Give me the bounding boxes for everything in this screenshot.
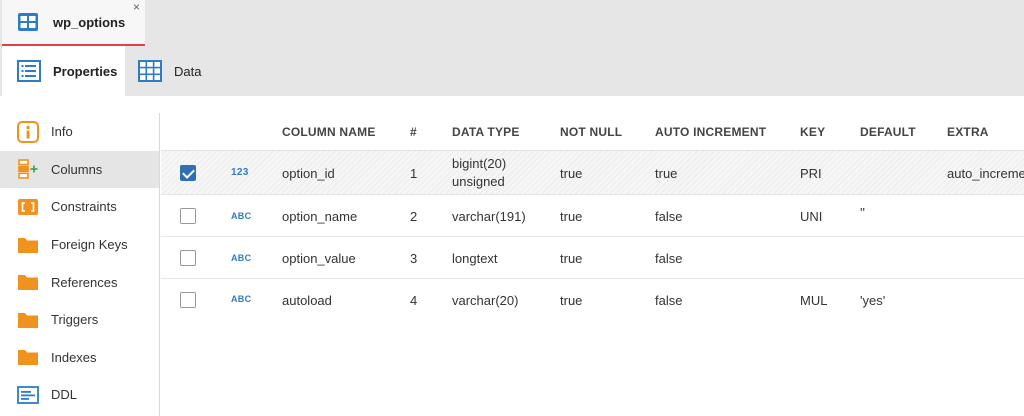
cell-data-type: varchar(20) — [452, 293, 519, 308]
text-type-icon: ABC — [231, 211, 252, 221]
row-checkbox[interactable] — [180, 208, 196, 224]
cell-not-null: true — [560, 166, 583, 181]
nav-item-columns[interactable]: Columns — [0, 150, 159, 189]
tab-properties-label: Properties — [53, 63, 118, 79]
columns-table: COLUMN NAME # DATA TYPE NOT NULL AUTO IN… — [161, 113, 1024, 416]
table-header: COLUMN NAME # DATA TYPE NOT NULL AUTO IN… — [161, 113, 1024, 151]
folder-icon — [18, 350, 38, 366]
info-icon — [17, 120, 39, 143]
tab-data-label: Data — [174, 63, 202, 79]
nav-item-constraints[interactable]: Constraints — [0, 188, 159, 226]
folder-icon — [18, 237, 38, 253]
text-type-icon: ABC — [231, 294, 252, 304]
cell-data-type: varchar(191) — [452, 209, 526, 224]
header-ordinal[interactable]: # — [410, 125, 417, 139]
table-icon — [18, 13, 38, 31]
nav-item-triggers[interactable]: Triggers — [0, 301, 159, 339]
nav-item-foreign-keys[interactable]: Foreign Keys — [0, 226, 159, 264]
cell-auto-increment: false — [655, 251, 683, 266]
header-column-name[interactable]: COLUMN NAME — [282, 125, 376, 139]
cell-key: MUL — [800, 293, 828, 308]
close-icon[interactable]: × — [133, 0, 140, 14]
header-default[interactable]: DEFAULT — [860, 125, 916, 139]
header-data-type[interactable]: DATA TYPE — [452, 125, 520, 139]
nav-item-ddl[interactable]: DDL — [0, 376, 159, 414]
cell-ordinal: 4 — [410, 293, 418, 308]
nav-label: Foreign Keys — [51, 237, 128, 253]
properties-nav: Info Columns Constraints Foreign Keys Re… — [0, 113, 160, 416]
nav-label: Columns — [51, 161, 103, 177]
nav-label: Triggers — [51, 312, 99, 328]
nav-label: DDL — [51, 387, 78, 403]
cell-not-null: true — [560, 293, 583, 308]
properties-icon — [17, 60, 41, 82]
folder-icon — [18, 312, 38, 328]
tab-wp-options[interactable]: wp_options × — [2, 0, 145, 46]
nav-item-references[interactable]: References — [0, 263, 159, 301]
tab-properties[interactable]: Properties — [2, 46, 125, 96]
editor-tab-strip: wp_options × — [0, 0, 1024, 46]
nav-item-indexes[interactable]: Indexes — [0, 339, 159, 377]
cell-default: 'yes' — [860, 293, 886, 308]
cell-auto-increment: false — [655, 293, 683, 308]
header-not-null[interactable]: NOT NULL — [560, 125, 622, 139]
cell-default: '' — [860, 205, 865, 220]
nav-label: References — [51, 274, 118, 290]
cell-extra: auto_increment — [947, 166, 1024, 181]
table-editor: wp_options × Properties Data Info Column… — [0, 0, 1024, 416]
header-key[interactable]: KEY — [800, 125, 825, 139]
cell-key: PRI — [800, 166, 822, 181]
cell-data-type: longtext — [452, 251, 498, 266]
cell-key: UNI — [800, 209, 823, 224]
tab-data[interactable]: Data — [138, 46, 228, 96]
grid-icon — [138, 60, 162, 82]
constraints-icon — [18, 198, 38, 215]
cell-column-name: option_name — [282, 209, 358, 224]
cell-data-type-modifier: unsigned — [452, 174, 505, 189]
row-checkbox[interactable] — [180, 165, 196, 181]
row-checkbox[interactable] — [180, 292, 196, 308]
table-row[interactable]: ABC option_name 2 varchar(191) true fals… — [161, 195, 1024, 237]
cell-not-null: true — [560, 209, 583, 224]
cell-ordinal: 1 — [410, 166, 418, 181]
tab-label: wp_options — [53, 15, 126, 30]
nav-label: Indexes — [51, 349, 97, 365]
text-type-icon: ABC — [231, 253, 252, 263]
table-row[interactable]: 123 option_id 1 bigint(20) unsigned true… — [161, 151, 1024, 195]
cell-column-name: autoload — [282, 293, 332, 308]
row-checkbox[interactable] — [180, 250, 196, 266]
table-row[interactable]: ABC autoload 4 varchar(20) true false MU… — [161, 279, 1024, 321]
folder-icon — [18, 275, 38, 291]
cell-column-name: option_value — [282, 251, 356, 266]
cell-ordinal: 3 — [410, 251, 418, 266]
nav-label: Constraints — [51, 199, 117, 215]
cell-column-name: option_id — [282, 166, 335, 181]
nav-label: Info — [51, 124, 73, 140]
numeric-type-icon: 123 — [231, 167, 249, 178]
view-tabs: Properties Data — [0, 46, 1024, 96]
cell-auto-increment: true — [655, 166, 678, 181]
cell-auto-increment: false — [655, 209, 683, 224]
header-auto-increment[interactable]: AUTO INCREMENT — [655, 125, 766, 139]
columns-icon — [18, 159, 38, 180]
cell-ordinal: 2 — [410, 209, 418, 224]
table-row[interactable]: ABC option_value 3 longtext true false — [161, 237, 1024, 279]
cell-data-type: bigint(20) — [452, 156, 507, 171]
nav-item-info[interactable]: Info — [0, 113, 159, 151]
ddl-icon — [17, 386, 39, 404]
header-extra[interactable]: EXTRA — [947, 125, 989, 139]
cell-not-null: true — [560, 251, 583, 266]
